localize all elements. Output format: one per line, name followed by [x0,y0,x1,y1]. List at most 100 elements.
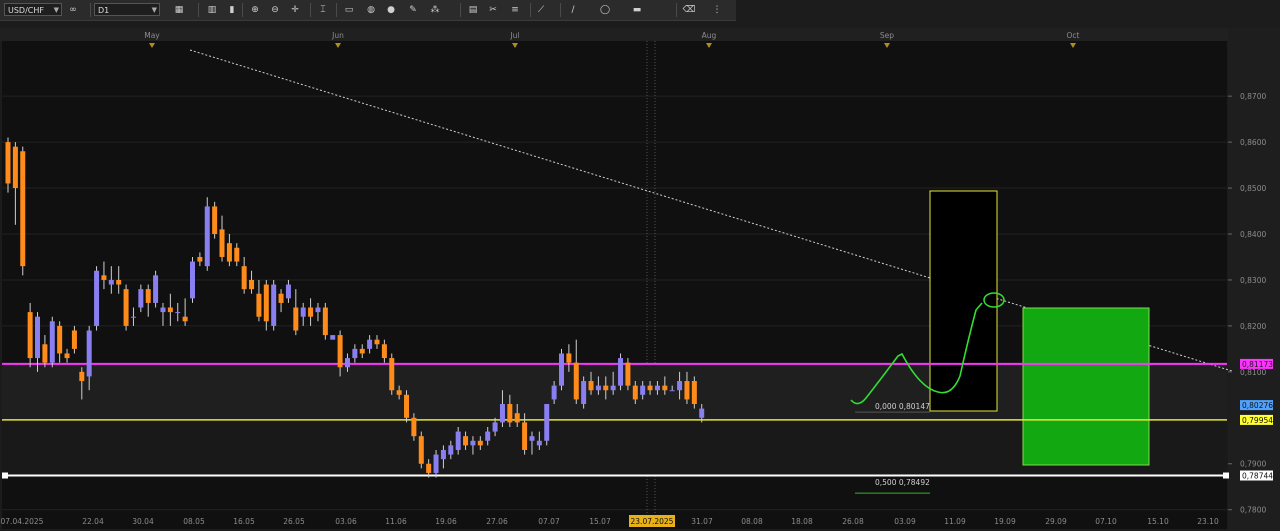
candle-bear [79,371,85,382]
date-label: 07.10 [1095,517,1117,526]
price-tick-label: 0,8200 [1240,322,1266,331]
candle-bear [308,307,314,317]
candle-bull [433,454,439,473]
date-label: 07.07 [538,517,560,526]
candle-bear [212,206,218,234]
candle-bear [647,385,653,391]
candle-bear [322,307,328,336]
price-tick-label: 0,8400 [1240,230,1266,239]
candle-bull [285,284,291,299]
date-label-highlighted: 23.07.2025 [631,517,674,526]
candle-bull [35,316,41,359]
candle-bull [204,206,210,267]
month-label: May [144,31,160,40]
candle-bull [485,431,491,441]
date-label: 26.05 [283,517,305,526]
candle-bull [654,385,660,391]
candle-bear [381,344,387,359]
candle-bear [662,385,668,391]
date-label: 31.07 [691,517,713,526]
candle-bull [108,279,114,285]
month-label: Aug [702,31,717,40]
candle-bear [573,362,579,400]
date-label: 08.05 [183,517,205,526]
black-target-rectangle[interactable] [929,190,998,412]
candle-bear [182,316,188,322]
candle-bear [337,335,343,368]
month-label: Oct [1067,31,1080,40]
candle-bear [64,353,70,359]
candle-bull [699,408,705,418]
candle-bull [190,261,195,299]
candle-bear [625,362,631,386]
candle-bear [684,381,690,400]
date-label: 23.10 [1197,517,1219,526]
candle-bear [57,325,63,354]
candle-bear [101,275,107,280]
candle-bear [20,151,26,267]
fibo-level-label: 0,000 0,80147 [875,402,930,411]
candle-bull [86,330,92,377]
level-handle-left[interactable] [2,472,8,479]
price-tick-label: 0,8500 [1240,184,1266,193]
candle-bear [396,390,402,395]
price-tick-label: 0,8100 [1240,368,1266,377]
candle-bull [470,440,476,446]
candle-bear [411,417,417,437]
price-tag-label: 0,81173 [1242,360,1273,369]
date-label: 08.08 [741,517,763,526]
candle-bear [27,312,33,359]
candle-bear [418,436,424,464]
candle-bull [544,404,550,441]
candle-bull [94,270,100,326]
candle-bear [514,413,520,423]
level-handle-right[interactable] [1223,472,1229,479]
candle-bear [293,307,299,331]
candle-bull [130,316,136,318]
date-label: 15.07 [589,517,611,526]
price-chart[interactable]: 0,000 0,80147 0,500 0,78492 0,8700 0,8600 0… [0,0,1280,531]
candle-bear [234,247,240,262]
price-tag-label: 0,78744 [1242,472,1273,481]
date-label: 11.06 [385,517,407,526]
date-label: 07.04.2025 [1,517,44,526]
candle-bear [389,358,395,391]
price-tick-label: 0,8700 [1240,92,1266,101]
green-target-rectangle[interactable] [1022,307,1150,466]
candle-bull [440,449,446,460]
candle-bear [374,339,380,345]
candle-bear [241,266,247,290]
date-label: 19.09 [994,517,1016,526]
candle-bull [499,404,505,423]
candle-bear [71,330,77,349]
price-tag-label: 0,79954 [1242,416,1273,425]
candle-bear [145,289,151,303]
candle-bull [271,284,277,326]
candle-bear [197,256,203,262]
candle-bear [588,381,594,391]
date-label: 26.08 [842,517,864,526]
candle-bear [167,307,173,313]
candle-bear [463,436,469,446]
candle-bull [352,348,358,359]
month-header [0,28,1228,41]
candle-bear [477,440,483,446]
candle-bear [691,381,697,405]
candle-bear [256,293,262,317]
candle-bull [559,353,564,386]
price-tick-label: 0,8300 [1240,276,1266,285]
candle-bull [448,445,454,455]
fibo-level-label: 0,500 0,78492 [875,478,930,487]
candle-bull [330,335,336,340]
candle-bull [300,307,306,317]
candle-bear [226,243,232,262]
candle-bull [367,339,373,349]
candle-bear [603,385,609,391]
candle-bull [455,431,461,450]
date-label: 30.04 [132,517,154,526]
date-label: 19.06 [435,517,457,526]
candle-bear [5,142,11,184]
candle-bear [263,284,269,322]
candle-bull [160,307,166,313]
date-label: 03.09 [894,517,916,526]
